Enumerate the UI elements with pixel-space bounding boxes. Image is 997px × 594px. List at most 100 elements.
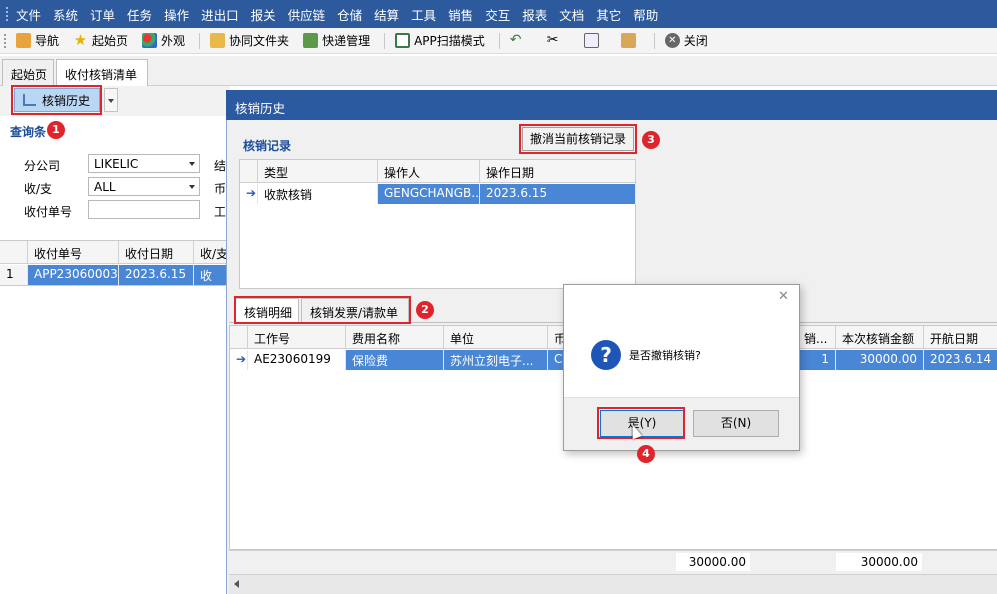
shared-folder-label: 协同文件夹: [229, 34, 290, 48]
step-badge-3: 3: [642, 131, 660, 149]
nav-label: 导航: [35, 34, 60, 48]
menu-item-2[interactable]: 订单: [90, 5, 115, 24]
records-grid: 类型 操作人 操作日期 ➔ 收款核销 GENGCHANGB... 2023.6.…: [239, 159, 636, 289]
menu-item-0[interactable]: 文件: [16, 5, 41, 24]
document-tabs: 起始页 收付核销清单: [0, 56, 997, 86]
highlight-box-2: [234, 296, 411, 324]
home-label: 起始页: [92, 34, 129, 48]
nav-button[interactable]: 导航: [16, 32, 59, 49]
dialog-message: 是否撤销核销?: [629, 349, 701, 362]
detail-header-fee: 费用名称: [346, 326, 444, 349]
menu-item-13[interactable]: 报表: [522, 5, 547, 24]
shared-folder-button[interactable]: 协同文件夹: [210, 32, 289, 49]
detail-cell-unit[interactable]: 苏州立刻电子...: [444, 350, 548, 370]
app-scan-label: APP扫描模式: [414, 34, 485, 48]
grid-header-io: 收/支: [194, 241, 228, 264]
records-cell-operator[interactable]: GENGCHANGB...: [378, 184, 480, 204]
cut-button[interactable]: ✂: [547, 33, 566, 48]
records-header-operator: 操作人: [378, 160, 480, 183]
tab-start-label: 起始页: [11, 68, 48, 82]
inout-value: ALL: [94, 180, 116, 194]
look-label: 外观: [161, 34, 186, 48]
detail-cell-sail[interactable]: 2023.6.14: [924, 350, 997, 370]
menu-item-1[interactable]: 系统: [53, 5, 78, 24]
step-badge-4: 4: [637, 445, 655, 463]
menu-item-6[interactable]: 报关: [251, 5, 276, 24]
dialog-close-icon[interactable]: ✕: [778, 289, 789, 304]
detail-cell-count[interactable]: 1: [798, 350, 836, 370]
close-icon: ✕: [664, 33, 680, 48]
docno-input[interactable]: [88, 200, 200, 219]
scroll-left-icon[interactable]: [234, 580, 239, 588]
star-icon: ★: [73, 31, 88, 49]
truck-icon: [303, 33, 319, 48]
menu-item-8[interactable]: 仓储: [337, 5, 362, 24]
branch-select[interactable]: LIKELIC: [88, 154, 200, 173]
copy-icon: [583, 33, 599, 48]
grid-cell-docno[interactable]: APP23060003: [28, 265, 119, 285]
copy-button[interactable]: [583, 33, 603, 48]
paste-icon: [620, 33, 636, 48]
menu-item-7[interactable]: 供应链: [288, 5, 326, 24]
chevron-down-icon: [189, 162, 195, 166]
grid-rownum: 1: [0, 265, 28, 285]
tab-settlement-list[interactable]: 收付核销清单: [56, 59, 148, 86]
docno-label: 收付单号: [24, 205, 73, 219]
menu-item-4[interactable]: 操作: [164, 5, 189, 24]
detail-header-amount: 本次核销金额: [836, 326, 924, 349]
look-button[interactable]: 外观: [142, 32, 185, 49]
detail-header-sail: 开航日期: [924, 326, 997, 349]
menu-item-15[interactable]: 其它: [596, 5, 621, 24]
inout-label: 收/支: [24, 182, 53, 196]
menu-item-12[interactable]: 交互: [485, 5, 510, 24]
menu-item-3[interactable]: 任务: [127, 5, 152, 24]
highlight-box-3: [519, 124, 637, 154]
horizontal-scrollbar[interactable]: [229, 574, 997, 594]
detail-cell-job[interactable]: AE23060199: [248, 350, 346, 370]
settle-label-cut: 结: [214, 159, 227, 173]
grid-header-docno: 收付单号: [28, 241, 119, 264]
menu-item-5[interactable]: 进出口: [201, 5, 239, 24]
folder-icon: [210, 33, 226, 48]
history-window-title: 核销历史: [226, 90, 997, 120]
detail-header-job: 工作号: [248, 326, 346, 349]
toolbar-separator: [384, 32, 386, 49]
grid-cell-date[interactable]: 2023.6.15: [119, 265, 194, 285]
close-label: 关闭: [683, 34, 708, 48]
menu-item-9[interactable]: 结算: [374, 5, 399, 24]
row-pointer-icon: ➔: [230, 350, 248, 370]
grid-header-date: 收付日期: [119, 241, 194, 264]
currency-label-cut: 币: [214, 182, 227, 196]
row-pointer-icon: ➔: [240, 184, 258, 204]
inout-select[interactable]: ALL: [88, 177, 200, 196]
records-title: 核销记录: [243, 139, 292, 153]
toolbar-grip: [4, 33, 8, 48]
palette-icon: [142, 33, 158, 48]
menu-bar: 文件 系统 订单 任务 操作 进出口 报关 供应链 仓储 结算 工具 销售 交互 报表 文档 其它 帮助: [0, 0, 997, 28]
chevron-down-icon: [108, 99, 114, 103]
menu-item-14[interactable]: 文档: [559, 5, 584, 24]
close-button[interactable]: ✕ 关闭: [664, 32, 708, 49]
records-cell-date[interactable]: 2023.6.15: [480, 184, 636, 204]
menu-item-16[interactable]: 帮助: [633, 5, 658, 24]
menu-item-11[interactable]: 销售: [448, 5, 473, 24]
chevron-down-icon: [189, 185, 195, 189]
express-button[interactable]: 快递管理: [303, 32, 370, 49]
detail-cell-fee[interactable]: 保险费: [346, 350, 444, 370]
paste-button[interactable]: [620, 33, 640, 48]
home-button[interactable]: ★ 起始页: [73, 32, 128, 49]
detail-cell-amount[interactable]: 30000.00: [836, 350, 924, 370]
app-scan-button[interactable]: APP扫描模式: [395, 32, 485, 49]
undo-button[interactable]: ↶: [510, 33, 529, 48]
records-header-date: 操作日期: [480, 160, 636, 183]
history-dropdown[interactable]: [104, 88, 118, 112]
tab-start-page[interactable]: 起始页: [2, 59, 54, 86]
menu-item-10[interactable]: 工具: [411, 5, 436, 24]
no-button[interactable]: 否(N): [693, 410, 779, 437]
tab-settlement-label: 收付核销清单: [65, 68, 138, 82]
step-badge-1: 1: [47, 121, 65, 139]
toolbar: 导航 ★ 起始页 外观 协同文件夹 快递管理 APP扫描模式 ↶ ✂ ✕ 关闭: [0, 28, 997, 54]
records-cell-type[interactable]: 收款核销: [258, 184, 378, 204]
nav-icon: [16, 33, 31, 48]
grid-cell-io[interactable]: 收: [194, 265, 228, 285]
